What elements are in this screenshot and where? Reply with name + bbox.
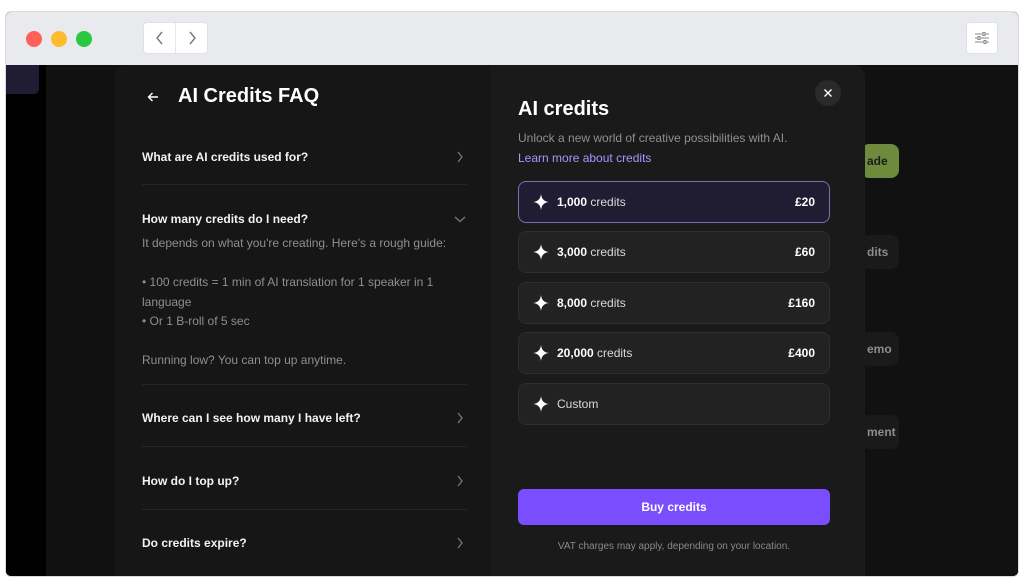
sparkle-icon <box>533 194 549 210</box>
back-button[interactable] <box>142 86 164 108</box>
close-icon <box>824 89 832 97</box>
faq-question: What are AI credits used for? <box>142 150 309 164</box>
credits-subtitle: Unlock a new world of creative possibili… <box>518 131 788 145</box>
app-area: ade dits emo ment AI Credits FAQ What ar… <box>6 65 1018 576</box>
faq-panel: AI Credits FAQ What are AI credits used … <box>115 65 491 576</box>
sparkle-icon <box>533 295 549 311</box>
faq-item-expanded[interactable]: How many credits do I need? It depends o… <box>142 209 467 371</box>
answer-bullet: • Or 1 B-roll of 5 sec <box>142 314 250 328</box>
browser-back-button[interactable] <box>144 23 175 53</box>
background-demo-button[interactable]: emo <box>861 332 899 366</box>
background-credits-button[interactable]: dits <box>861 235 899 269</box>
answer-bullet-continuation: language <box>142 294 192 309</box>
background-button-label: ade <box>867 154 888 168</box>
credits-panel: AI credits Unlock a new world of creativ… <box>491 65 865 576</box>
background-button-label: dits <box>867 245 889 259</box>
option-price: £400 <box>788 346 815 360</box>
faq-question: How do I top up? <box>142 474 240 488</box>
maximize-window-button[interactable] <box>76 31 92 47</box>
faq-header: AI Credits FAQ <box>142 85 319 108</box>
sparkle-icon <box>533 396 549 412</box>
chevron-right-icon <box>453 474 467 488</box>
answer-bullet: • 100 credits = 1 min of AI translation … <box>142 275 434 289</box>
chevron-right-icon <box>453 150 467 164</box>
credit-option-3000[interactable]: 3,000 credits £60 <box>518 231 830 273</box>
background-upgrade-button[interactable]: ade <box>861 144 899 178</box>
divider <box>142 184 467 185</box>
sparkle-icon <box>533 244 549 260</box>
option-price: £160 <box>788 296 815 310</box>
credits-title: AI credits <box>518 98 610 120</box>
left-sidebar <box>6 65 46 576</box>
sidebar-active-item[interactable] <box>6 65 39 94</box>
faq-title: AI Credits FAQ <box>178 85 320 107</box>
close-modal-button[interactable] <box>815 80 841 106</box>
divider <box>142 446 467 447</box>
faq-item[interactable]: What are AI credits used for? <box>142 147 467 167</box>
divider <box>142 384 467 385</box>
chevron-right-icon <box>453 536 467 550</box>
browser-forward-button[interactable] <box>175 23 207 53</box>
browser-settings-button[interactable] <box>966 22 998 54</box>
history-nav <box>143 22 208 54</box>
background-button-label: emo <box>867 342 892 356</box>
learn-more-link[interactable]: Learn more about credits <box>518 151 651 165</box>
browser-window: ade dits emo ment AI Credits FAQ What ar… <box>5 11 1019 577</box>
faq-item[interactable]: Do credits expire? <box>142 533 467 553</box>
credit-option-8000[interactable]: 8,000 credits £160 <box>518 282 830 324</box>
sliders-icon <box>975 32 989 44</box>
option-label: 20,000 credits <box>557 346 633 360</box>
option-price: £20 <box>794 195 815 209</box>
credit-option-1000[interactable]: 1,000 credits £20 <box>518 181 830 223</box>
vat-note: VAT charges may apply, depending on your… <box>557 541 791 552</box>
option-label: 1,000 credits <box>557 195 626 209</box>
arrow-left-icon <box>147 92 158 101</box>
minimize-window-button[interactable] <box>51 31 67 47</box>
credit-option-custom[interactable]: Custom <box>518 383 830 425</box>
option-label: 3,000 credits <box>557 245 626 259</box>
credit-option-20000[interactable]: 20,000 credits £400 <box>518 332 830 374</box>
option-price: £60 <box>794 245 815 259</box>
chevron-left-icon <box>155 31 163 45</box>
close-window-button[interactable] <box>26 31 42 47</box>
answer-footer: Running low? You can top up anytime. <box>142 353 347 367</box>
chevron-down-icon <box>453 212 467 226</box>
faq-question: Where can I see how many I have left? <box>142 411 361 425</box>
credits-modal: AI Credits FAQ What are AI credits used … <box>115 65 865 576</box>
answer-intro: It depends on what you're creating. Here… <box>142 236 447 250</box>
faq-question: How many credits do I need? <box>142 212 309 226</box>
faq-question: Do credits expire? <box>142 536 247 550</box>
faq-item[interactable]: Where can I see how many I have left? <box>142 408 467 428</box>
browser-toolbar <box>6 12 1018 65</box>
background-management-button[interactable]: ment <box>861 415 899 449</box>
background-button-label: ment <box>867 425 896 439</box>
divider <box>142 509 467 510</box>
faq-item[interactable]: How do I top up? <box>142 471 467 491</box>
buy-credits-button[interactable]: Buy credits <box>518 489 830 525</box>
sparkle-icon <box>533 345 549 361</box>
option-label: 8,000 credits <box>557 296 626 310</box>
chevron-right-icon <box>189 31 196 45</box>
faq-answer: It depends on what you're creating. Here… <box>142 234 467 371</box>
option-label: Custom <box>557 397 599 411</box>
chevron-right-icon <box>453 411 467 425</box>
